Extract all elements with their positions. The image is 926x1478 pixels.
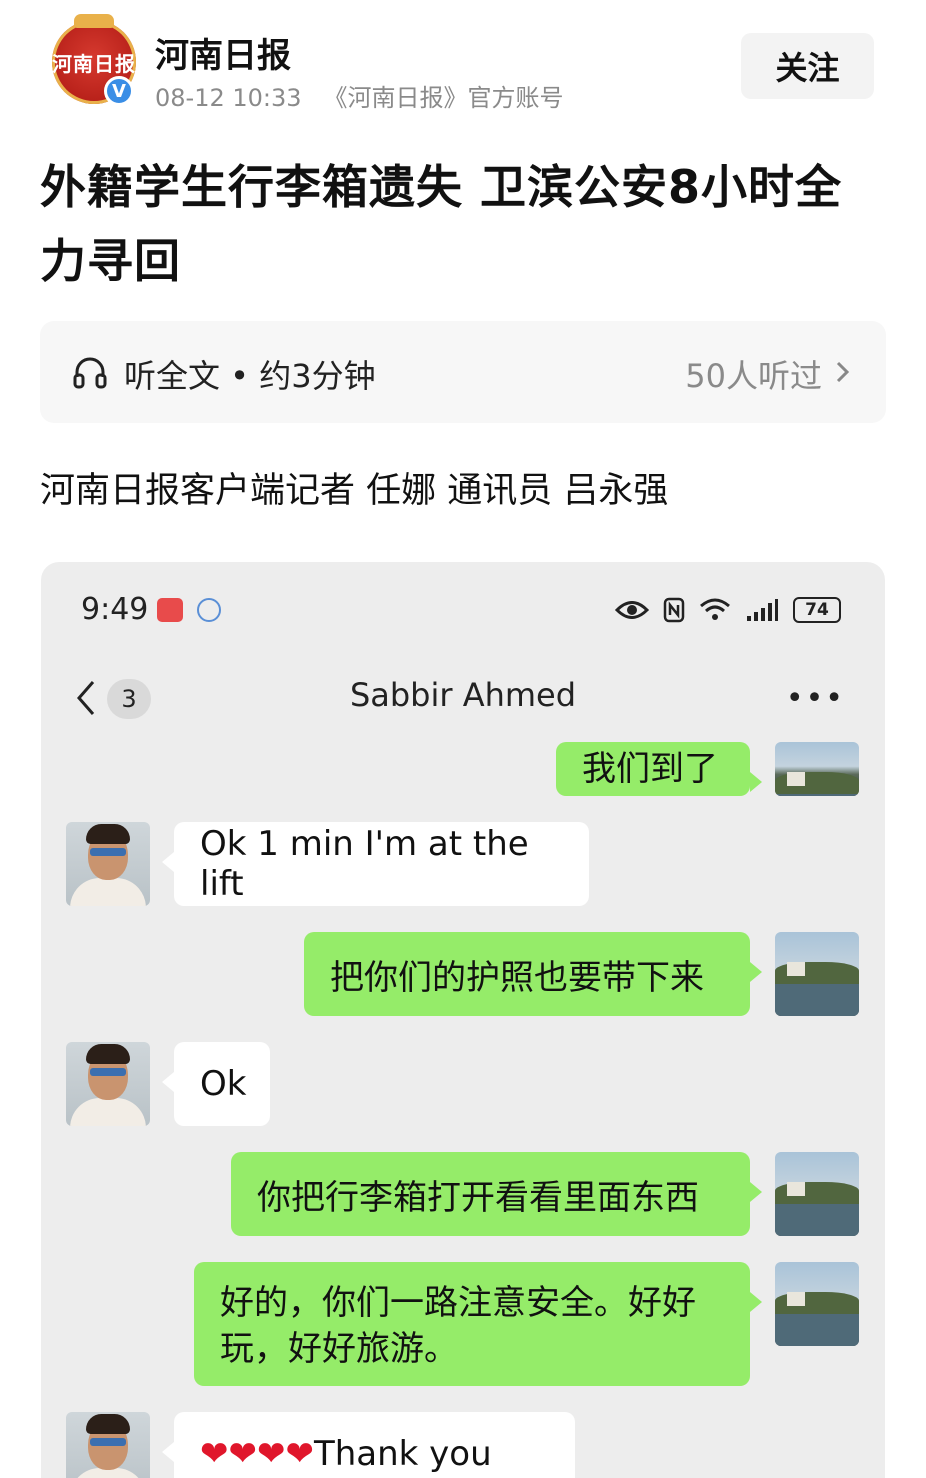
message-text: 好的，你们一路注意安全。好好玩，好好旅游。 <box>220 1283 696 1369</box>
my-avatar <box>775 742 859 796</box>
chat-message-out: 你把行李箱打开看看里面东西 <box>231 1152 762 1236</box>
message-text: 把你们的护照也要带下来 <box>330 957 704 998</box>
chat-message-out: 我们到了 <box>556 742 762 796</box>
follow-button[interactable]: 关注 <box>741 33 874 99</box>
notification-circle-icon <box>197 598 221 622</box>
chat-contact-name: Sabbir Ahmed <box>349 676 577 714</box>
logo-text: 河南日报 <box>52 51 136 76</box>
message-text: Ok 1 min I'm at the lift <box>200 824 529 904</box>
notification-app-icon <box>157 598 183 622</box>
eye-icon <box>615 601 649 619</box>
chat-message-out: 把你们的护照也要带下来 <box>304 932 762 1016</box>
nfc-icon <box>663 597 685 623</box>
verified-badge-icon: V <box>104 76 134 106</box>
contact-avatar <box>66 1412 150 1478</box>
message-text: Thank you <box>313 1434 492 1474</box>
audio-label: 听全文 • 约3分钟 <box>124 357 376 395</box>
chat-message-in: Ok <box>162 1042 270 1126</box>
article-title: 外籍学生行李箱遗失 卫滨公安8小时全力寻回 <box>40 160 843 288</box>
message-text: Ok <box>200 1064 247 1104</box>
account-name[interactable]: 河南日报 <box>155 28 291 77</box>
chat-message-in: Ok 1 min I'm at the lift <box>162 822 589 906</box>
my-avatar <box>775 932 859 1016</box>
signal-icon <box>747 599 778 621</box>
contact-avatar <box>66 822 150 906</box>
my-avatar <box>775 1152 859 1236</box>
logo-crown-decoration <box>74 14 114 28</box>
status-bar-icons: 74 <box>615 592 841 628</box>
chat-message-out: 好的，你们一路注意安全。好好玩，好好旅游。 <box>194 1262 762 1386</box>
article-header: 河南日报 V 河南日报 08-12 10:33 《河南日报》官方账号 关注 <box>0 0 926 120</box>
account-meta: 08-12 10:33 《河南日报》官方账号 <box>155 78 564 113</box>
heart-emoji-icon: ❤❤❤❤ <box>200 1434 314 1474</box>
message-text: 我们到了 <box>582 749 718 789</box>
publish-time: 08-12 10:33 <box>155 84 302 112</box>
audio-listen-count: 50人听过 <box>685 357 822 395</box>
account-description: 《河南日报》官方账号 <box>323 84 564 112</box>
article-byline: 河南日报客户端记者 任娜 通讯员 吕永强 <box>40 471 669 511</box>
wifi-icon <box>700 598 730 620</box>
listen-full-text-bar[interactable]: 听全文 • 约3分钟 50人听过 <box>40 321 886 423</box>
my-avatar <box>775 1262 859 1346</box>
status-time: 9:49 <box>81 592 149 627</box>
message-text: 你把行李箱打开看看里面东西 <box>257 1177 699 1218</box>
contact-avatar <box>66 1042 150 1126</box>
chat-screenshot-image: 9:49 74 3 Sabbir Ahmed ••• 我们到了 Ok 1 min… <box>41 562 885 1478</box>
battery-icon: 74 <box>793 597 841 623</box>
chevron-right-icon <box>836 361 850 383</box>
chat-message-in: ❤❤❤❤ Thank you <box>162 1412 575 1478</box>
headphones-icon <box>73 357 107 389</box>
more-options-icon: ••• <box>785 681 845 716</box>
